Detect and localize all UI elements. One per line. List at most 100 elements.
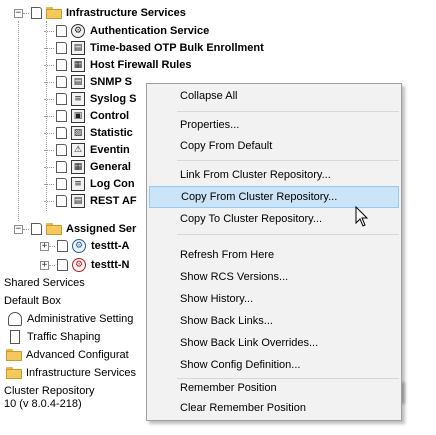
list-item-label: Shared Services [4, 277, 85, 289]
tree-label: Authentication Service [90, 25, 210, 37]
server-icon: ▤ [71, 41, 85, 55]
gear-icon: ⚙ [71, 24, 85, 38]
checkbox-icon[interactable] [56, 161, 67, 173]
list-item-advanced-configuration[interactable]: Advanced Configurat [6, 346, 129, 364]
tree-label: Time-based OTP Bulk Enrollment [90, 42, 264, 54]
folder-icon [6, 349, 22, 361]
folder-icon [46, 223, 62, 235]
list-item-label: Advanced Configurat [26, 349, 129, 361]
checkbox-icon[interactable] [56, 93, 67, 105]
admin-icon [8, 312, 22, 326]
list-item-shared-services[interactable]: Shared Services [4, 274, 85, 292]
tree-label: Host Firewall Rules [90, 59, 192, 71]
chart-icon: ▨ [71, 126, 85, 140]
tree-node-service[interactable]: ▤ REST AF [44, 192, 137, 210]
tree-label: Assigned Ser [66, 223, 137, 235]
folder-icon [46, 7, 62, 19]
list-item-label: Infrastructure Services [26, 367, 137, 379]
menu-item-refresh-from-here[interactable]: Refresh From Here [149, 244, 399, 266]
list-item-infrastructure-services[interactable]: Infrastructure Services [6, 364, 136, 382]
warning-icon: ⚠ [71, 143, 85, 157]
tree-node-service[interactable]: ≡ Syslog S [44, 90, 136, 108]
tree-label: Eventin [90, 144, 130, 156]
user-gear-icon: ⚙ [72, 258, 86, 272]
checkbox-icon[interactable] [57, 240, 68, 252]
menu-item-show-config-definition[interactable]: Show Config Definition... [149, 354, 399, 376]
tree-node-service[interactable]: ▨ Statistic [44, 124, 133, 142]
checkbox-icon[interactable] [56, 76, 67, 88]
list-item-label: Traffic Shaping [27, 331, 101, 343]
tree-node-service[interactable]: ▦ Host Firewall Rules [44, 56, 191, 74]
list-item-default-box[interactable]: Default Box [4, 292, 61, 310]
tree-label: General [90, 161, 131, 173]
checkbox-icon[interactable] [56, 42, 67, 54]
server-icon: ▤ [71, 194, 85, 208]
tree-node-service[interactable]: ▤ SNMP S [44, 73, 132, 91]
checkbox-icon[interactable] [56, 195, 67, 207]
server-icon: ▤ [71, 75, 85, 89]
menu-separator [177, 160, 399, 161]
document-icon: ≡ [71, 92, 85, 106]
menu-item-link-from-cluster-repository[interactable]: Link From Cluster Repository... [149, 164, 399, 186]
tree-label: testtt-A [91, 240, 130, 252]
collapse-toggle-icon[interactable]: − [14, 8, 23, 18]
firewall-icon: ▦ [71, 58, 85, 72]
tree-label: Log Con [90, 178, 135, 190]
menu-item-collapse-all[interactable]: Collapse All [149, 85, 399, 107]
tree-node-service[interactable]: ▦ General [44, 158, 131, 176]
grid-icon: ▦ [71, 160, 85, 174]
checkbox-icon[interactable] [56, 144, 67, 156]
list-item-traffic-shaping[interactable]: Traffic Shaping [8, 328, 100, 346]
menu-item-clear-remember-position[interactable]: Clear Remember Position [149, 397, 399, 419]
tree-label: REST AF [90, 195, 137, 207]
menu-separator [177, 111, 399, 112]
tree-node-service[interactable]: ≡ Log Con [44, 175, 135, 193]
tree-node-service[interactable]: ⚙ Authentication Service [44, 22, 209, 40]
tree-node-service[interactable]: ▣ Control [44, 107, 129, 125]
tree-label: Statistic [90, 127, 133, 139]
checkbox-icon[interactable] [31, 223, 42, 235]
list-item-administrative-settings[interactable]: Administrative Setting [8, 310, 133, 328]
checkbox-icon[interactable] [56, 25, 67, 37]
context-menu-bottom: Remember Position Clear Remember Positio… [146, 379, 402, 421]
tree-label: testtt-N [91, 259, 130, 271]
context-menu[interactable]: Collapse All Properties... Copy From Def… [146, 83, 402, 401]
tree-node-assigned-services[interactable]: − Assigned Ser [14, 220, 136, 238]
menu-item-show-back-links[interactable]: Show Back Links... [149, 310, 399, 332]
tree-node-testtt-n[interactable]: + ⚙ testtt-N [40, 256, 130, 274]
tree-node-testtt-a[interactable]: + ⚙ testtt-A [40, 237, 130, 255]
mouse-cursor-icon [355, 206, 369, 227]
menu-item-show-rcs-versions[interactable]: Show RCS Versions... [149, 266, 399, 288]
tree-node-service[interactable]: ⚠ Eventin [44, 141, 130, 159]
status-text: 10 (v 8.0.4-218) [4, 398, 82, 410]
menu-item-properties[interactable]: Properties... [149, 114, 399, 136]
checkbox-icon[interactable] [56, 178, 67, 190]
tree-node-infrastructure-services[interactable]: − Infrastructure Services [14, 4, 186, 22]
menu-item-copy-from-cluster-repository[interactable]: Copy From Cluster Repository... [149, 186, 399, 208]
expand-toggle-icon[interactable]: + [40, 241, 49, 251]
checkbox-icon[interactable] [57, 259, 68, 271]
menu-item-show-history[interactable]: Show History... [149, 288, 399, 310]
user-gear-icon: ⚙ [72, 239, 86, 253]
document-icon: ≡ [71, 177, 85, 191]
expand-toggle-icon[interactable]: + [40, 260, 49, 270]
collapse-toggle-icon[interactable]: − [14, 224, 23, 234]
menu-item-remember-position[interactable]: Remember Position [149, 377, 399, 399]
tree-label: Syslog S [90, 93, 137, 105]
tree-node-service[interactable]: ▤ Time-based OTP Bulk Enrollment [44, 39, 264, 57]
list-item-label: Cluster Repository [4, 385, 95, 397]
menu-item-copy-from-default[interactable]: Copy From Default [149, 135, 399, 157]
tree-line [18, 21, 19, 221]
checkbox-icon[interactable] [31, 7, 42, 19]
menu-item-show-back-link-overrides[interactable]: Show Back Link Overrides... [149, 332, 399, 354]
tree-label: SNMP S [90, 76, 132, 88]
menu-separator [177, 234, 399, 235]
traffic-icon [10, 330, 20, 344]
tree-label: Infrastructure Services [66, 7, 186, 19]
list-item-label: Default Box [4, 295, 61, 307]
tree-label: Control [90, 110, 130, 122]
checkbox-icon[interactable] [56, 127, 67, 139]
checkbox-icon[interactable] [56, 59, 67, 71]
folder-icon [6, 367, 22, 379]
checkbox-icon[interactable] [56, 110, 67, 122]
